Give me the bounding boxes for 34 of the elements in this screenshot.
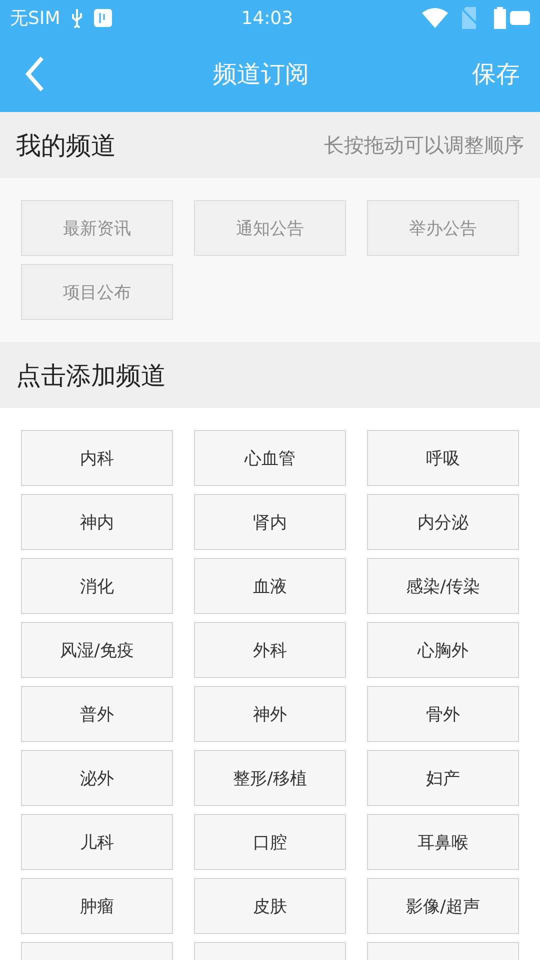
- channel-button[interactable]: 血液: [194, 558, 346, 614]
- channel-button[interactable]: 影像/超声: [367, 878, 519, 934]
- channel-button[interactable]: 神内: [21, 494, 173, 550]
- page-title: 频道订阅: [212, 59, 310, 90]
- wifi-icon: [422, 8, 448, 28]
- channel-button[interactable]: 皮肤: [194, 878, 346, 934]
- channel-button[interactable]: 肿瘤: [21, 878, 173, 934]
- section-title: 我的频道: [16, 130, 117, 162]
- clock-text: 14:03: [240, 8, 294, 28]
- channel-button[interactable]: 心胸外: [367, 622, 519, 678]
- channel-button[interactable]: 口腔: [194, 814, 346, 870]
- section-title: 点击添加频道: [16, 360, 167, 392]
- channel-button[interactable]: 儿科: [21, 814, 173, 870]
- channel-button[interactable]: 普外: [21, 686, 173, 742]
- channel-button[interactable]: 内分泌: [367, 494, 519, 550]
- channel-button[interactable]: 外科: [194, 622, 346, 678]
- channel-button[interactable]: 内科: [21, 430, 173, 486]
- channel-button[interactable]: 消化: [21, 558, 173, 614]
- channel-button[interactable]: 感染/传染: [367, 558, 519, 614]
- usb-icon: [70, 8, 84, 28]
- channel-button[interactable]: 神外: [194, 686, 346, 742]
- channel-button[interactable]: 整形/移植: [194, 750, 346, 806]
- channel-button[interactable]: 妇产: [367, 750, 519, 806]
- hint-text: 长按拖动可以调整顺序: [324, 132, 524, 158]
- channel-button[interactable]: 风湿/免疫: [21, 622, 173, 678]
- channel-button[interactable]: 泌外: [21, 750, 173, 806]
- channel-button[interactable]: 骨外: [367, 686, 519, 742]
- carrier-text: 无SIM: [10, 7, 60, 30]
- usb-debug-icon: [94, 9, 112, 27]
- channel-button[interactable]: 耳鼻喉: [367, 814, 519, 870]
- battery-icon: [494, 7, 530, 29]
- channel-button[interactable]: 呼吸: [367, 430, 519, 486]
- channel-button[interactable]: 肾内: [194, 494, 346, 550]
- channel-button[interactable]: 心血管: [194, 430, 346, 486]
